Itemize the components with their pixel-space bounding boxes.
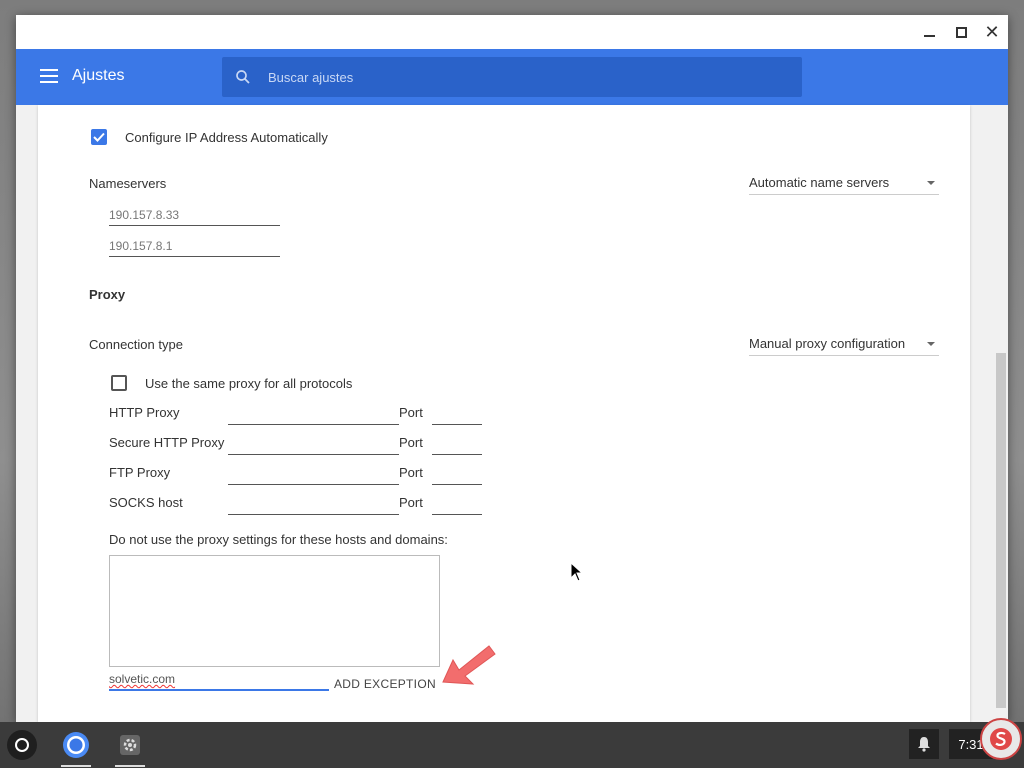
maximize-icon (955, 26, 967, 38)
gear-icon (120, 735, 140, 755)
maximize-button[interactable] (952, 23, 970, 41)
nameservers-dropdown-value: Automatic name servers (749, 175, 890, 190)
chrome-app-button[interactable] (60, 729, 92, 761)
shelf (0, 722, 1024, 768)
minimize-button[interactable] (920, 23, 938, 41)
secure-http-proxy-label: Secure HTTP Proxy (109, 435, 225, 450)
same-proxy-checkbox[interactable] (111, 375, 127, 391)
chevron-down-icon (927, 181, 935, 185)
network-settings-card: Configure IP Address Automatically Names… (38, 105, 970, 722)
ftp-port-field[interactable] (432, 463, 482, 485)
same-proxy-label: Use the same proxy for all protocols (145, 376, 353, 391)
launcher-icon (15, 738, 29, 752)
http-proxy-label: HTTP Proxy (109, 405, 180, 420)
scrollbar-thumb[interactable] (996, 353, 1006, 708)
checkmark-icon (93, 132, 105, 142)
nameservers-dropdown[interactable]: Automatic name servers (749, 171, 939, 195)
http-port-label: Port (399, 405, 423, 420)
socks-host-field[interactable] (228, 493, 399, 515)
ftp-proxy-label: FTP Proxy (109, 465, 171, 480)
auto-ip-checkbox[interactable] (91, 129, 107, 145)
auto-ip-label: Configure IP Address Automatically (125, 130, 328, 145)
content-area: Configure IP Address Automatically Names… (16, 105, 1008, 722)
site-logo-icon (980, 718, 1022, 760)
settings-active-indicator (115, 765, 145, 767)
settings-window: ✕ Ajustes Configure IP Address Automatic… (16, 15, 1008, 722)
socks-host-label: SOCKS host (109, 495, 183, 510)
connection-type-dropdown-value: Manual proxy configuration (749, 336, 906, 351)
annotation-arrow-icon (442, 645, 496, 685)
secure-http-port-field[interactable] (432, 433, 482, 455)
ftp-proxy-field[interactable] (228, 463, 399, 485)
chevron-down-icon (927, 342, 935, 346)
http-port-field[interactable] (432, 403, 482, 425)
page-title: Ajustes (72, 67, 125, 84)
socks-port-field[interactable] (432, 493, 482, 515)
hamburger-menu-icon[interactable] (40, 69, 58, 83)
connection-type-label: Connection type (89, 337, 183, 352)
exceptions-list[interactable] (109, 555, 440, 667)
socks-port-label: Port (399, 495, 423, 510)
mouse-cursor-icon (570, 562, 584, 582)
settings-app-button[interactable] (114, 729, 146, 761)
close-icon: ✕ (984, 22, 1000, 42)
connection-type-dropdown[interactable]: Manual proxy configuration (749, 332, 939, 356)
secure-http-port-label: Port (399, 435, 423, 450)
http-proxy-field[interactable] (228, 403, 399, 425)
secure-http-proxy-field[interactable] (228, 433, 399, 455)
exception-input[interactable]: solvetic.com (109, 669, 329, 691)
exception-input-value: solvetic.com (109, 672, 176, 686)
nameservers-label: Nameservers (89, 176, 167, 191)
title-bar: ✕ (16, 15, 1008, 49)
notifications-button[interactable] (909, 729, 939, 759)
search-box[interactable] (222, 57, 802, 97)
search-input[interactable] (268, 57, 788, 97)
bell-icon (918, 737, 930, 752)
ftp-port-label: Port (399, 465, 423, 480)
search-icon (236, 70, 250, 84)
chrome-icon (63, 732, 89, 758)
chrome-active-indicator (61, 765, 91, 767)
add-exception-button[interactable]: ADD EXCEPTION (334, 677, 436, 691)
launcher-button[interactable] (7, 730, 37, 760)
proxy-section-title: Proxy (89, 287, 126, 302)
app-bar: Ajustes (16, 49, 1008, 105)
close-button[interactable]: ✕ (983, 23, 1001, 41)
nameserver-1-field[interactable] (109, 204, 280, 226)
s-logo-icon (990, 728, 1012, 750)
nameserver-2-field[interactable] (109, 235, 280, 257)
exceptions-label: Do not use the proxy settings for these … (109, 532, 448, 547)
minimize-icon (923, 35, 935, 37)
